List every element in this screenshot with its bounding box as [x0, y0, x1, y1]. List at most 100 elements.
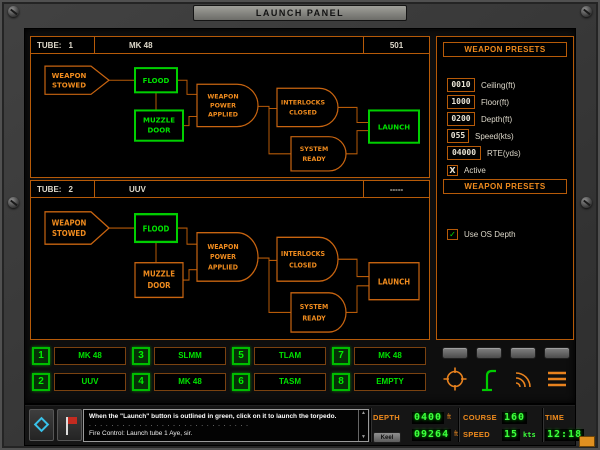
target-crosshair-button[interactable] — [442, 366, 468, 392]
tube-8-select-button[interactable]: 8 — [332, 373, 350, 391]
speed-field[interactable]: 055 — [447, 129, 469, 143]
log-order-line: Fire Control: Launch tube 1 Aye, sir. — [89, 429, 355, 438]
speed-unit: kts — [523, 431, 536, 439]
preset-row: 055 Speed(kts) — [447, 128, 571, 144]
panel-button-2[interactable] — [476, 347, 502, 359]
ceiling-label: Ceiling(ft) — [481, 81, 515, 90]
tube-1-select-button[interactable]: 1 — [32, 347, 50, 365]
periscope-button[interactable] — [476, 366, 502, 392]
nav-icon-button[interactable] — [29, 409, 54, 441]
ceiling-field[interactable]: 0010 — [447, 78, 475, 92]
rte-field[interactable]: 04000 — [447, 146, 481, 160]
tube-1-panel: TUBE: 1 MK 48 501 WEAPON STOWED — [30, 36, 430, 178]
log-scroll-up-icon[interactable]: ▲ — [361, 411, 366, 416]
svg-text:SYSTEM: SYSTEM — [300, 303, 329, 312]
depth-value: 0400 — [412, 412, 444, 424]
flood-button[interactable]: FLOOD — [135, 68, 177, 92]
time-label: TIME — [545, 413, 564, 422]
svg-text:INTERLOCKS: INTERLOCKS — [281, 249, 325, 258]
tube-select-cell: 6 TASM — [232, 373, 328, 391]
tube-3-weapon-button[interactable]: SLMM — [154, 347, 226, 365]
svg-text:POWER: POWER — [210, 102, 236, 109]
panel-button-3[interactable] — [510, 347, 536, 359]
active-label: Active — [464, 166, 486, 175]
preset-row: 1000 Floor(ft) — [447, 94, 571, 110]
panel-button-1[interactable] — [442, 347, 468, 359]
active-checkbox[interactable]: X — [447, 165, 458, 176]
weapon-stowed-indicator: WEAPON STOWED — [45, 212, 109, 244]
log-scroll-down-icon[interactable]: ▼ — [361, 435, 366, 440]
flag-icon-button[interactable] — [57, 409, 82, 441]
menu-button[interactable] — [544, 366, 570, 392]
svg-text:WEAPON: WEAPON — [52, 71, 87, 80]
tube-7-weapon-button[interactable]: MK 48 — [354, 347, 426, 365]
svg-text:APPLIED: APPLIED — [208, 111, 238, 118]
keel-toggle-button[interactable]: Keel — [373, 432, 401, 443]
preset-row: X Active — [447, 162, 571, 178]
interlocks-closed-indicator: INTERLOCKS CLOSED — [277, 237, 338, 281]
divider — [542, 408, 543, 442]
depth-unit: ft — [447, 414, 451, 421]
tube-2-panel: TUBE: 2 UUV ----- WEAPON STOWED — [30, 180, 430, 340]
tube-weapon-id: ----- — [363, 181, 429, 197]
panel-title: LAUNCH PANEL — [193, 5, 407, 21]
screw-icon — [8, 6, 19, 17]
weapon-presets-panel: WEAPON PRESETS 0010 Ceiling(ft) 1000 Flo… — [436, 36, 574, 340]
system-ready-indicator: SYSTEM READY — [291, 293, 346, 332]
course-speed-readout: COURSE 160 SPEED 15 kts — [463, 409, 539, 443]
flood-button[interactable]: FLOOD — [135, 214, 177, 242]
divider — [370, 408, 371, 442]
interlocks-closed-indicator: INTERLOCKS CLOSED — [277, 88, 338, 126]
speed-label: SPEED — [463, 430, 499, 439]
tube-weapon-id: 501 — [363, 37, 429, 53]
svg-text:DOOR: DOOR — [147, 126, 171, 135]
svg-text:APPLIED: APPLIED — [208, 263, 238, 272]
tube-6-weapon-button[interactable]: TASM — [254, 373, 326, 391]
panel-button-4[interactable] — [544, 347, 570, 359]
tube-5-select-button[interactable]: 5 — [232, 347, 250, 365]
tube-7-select-button[interactable]: 7 — [332, 347, 350, 365]
svg-text:SYSTEM: SYSTEM — [300, 146, 328, 153]
muzzle-door-button[interactable]: MUZZLE DOOR — [135, 263, 183, 298]
tube-number: 2 — [68, 182, 72, 197]
tube-select-cell: 7 MK 48 — [332, 347, 428, 365]
tube-4-weapon-button[interactable]: MK 48 — [154, 373, 226, 391]
course-label: COURSE — [463, 413, 499, 422]
use-os-depth-checkbox[interactable]: ✓ — [447, 229, 458, 240]
floor-field[interactable]: 1000 — [447, 95, 475, 109]
preset-row: 0010 Ceiling(ft) — [447, 77, 571, 93]
preset-row: 04000 RTE(yds) — [447, 145, 571, 161]
svg-text:READY: READY — [302, 156, 326, 163]
depth-field[interactable]: 0200 — [447, 112, 475, 126]
menu-icon — [544, 366, 570, 392]
weapon-presets-title-2: WEAPON PRESETS — [443, 179, 567, 194]
tube-1-flow-diagram: WEAPON STOWED FLOOD MUZZLE DOOR WEAPON P… — [31, 54, 429, 177]
tube-4-select-button[interactable]: 4 — [132, 373, 150, 391]
tube-select-cell: 4 MK 48 — [132, 373, 228, 391]
tube-1-header: TUBE: 1 MK 48 501 — [31, 37, 429, 54]
tube-8-weapon-button[interactable]: EMPTY — [354, 373, 426, 391]
launch-button[interactable]: LAUNCH — [369, 110, 419, 142]
tube-2-select-button[interactable]: 2 — [32, 373, 50, 391]
tube-select-cell: 2 UUV — [32, 373, 128, 391]
tube-1-weapon-button[interactable]: MK 48 — [54, 347, 126, 365]
log-separator: . . . . . . . . . . . . . . . . . . . . … — [89, 421, 355, 429]
tube-number: 1 — [68, 38, 72, 53]
svg-text:STOWED: STOWED — [52, 229, 86, 239]
svg-text:FLOOD: FLOOD — [143, 76, 170, 85]
tube-2-weapon-button[interactable]: UUV — [54, 373, 126, 391]
tube-5-weapon-button[interactable]: TLAM — [254, 347, 326, 365]
log-scrollbar[interactable]: ▲ ▼ — [358, 410, 368, 441]
tube-3-select-button[interactable]: 3 — [132, 347, 150, 365]
tube-number-label: TUBE: 2 — [31, 181, 95, 197]
tube-number-label: TUBE: 1 — [31, 37, 95, 53]
depth-label: DEPTH — [373, 413, 409, 422]
log-hint-line: When the "Launch" button is outlined in … — [89, 412, 355, 421]
tube-6-select-button[interactable]: 6 — [232, 373, 250, 391]
tube-weapon-label: UUV — [95, 181, 363, 197]
depth-readout: DEPTH 0400 ft Keel 09264 ft — [373, 409, 459, 443]
diamond-icon — [34, 417, 50, 433]
svg-text:READY: READY — [302, 314, 325, 323]
sonar-button[interactable] — [510, 366, 536, 392]
muzzle-door-button[interactable]: MUZZLE DOOR — [135, 110, 183, 140]
